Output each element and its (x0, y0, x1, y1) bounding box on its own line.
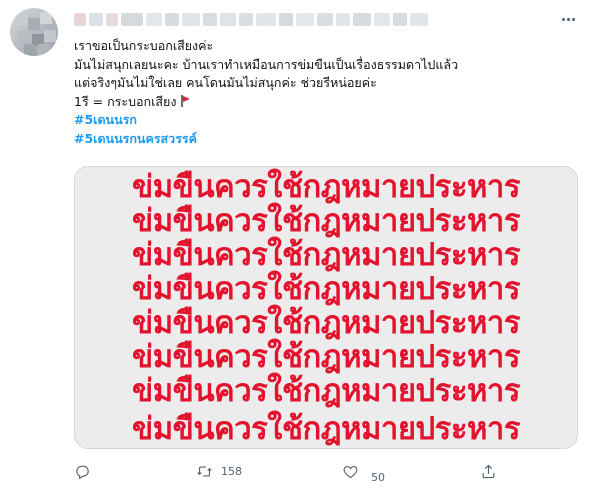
media-text-line: ข่มขืนควรใช้กฎหมายประหาร (132, 339, 520, 375)
tweet-line: แต่จริงๆมันไม่ใช่เลย คนโดนมันไม่สนุกค่ะ … (74, 75, 377, 90)
like-count: 50 (371, 471, 385, 484)
author-header-redacted (74, 12, 428, 26)
tweet-line: 1รี = กระบอกเสียง (74, 93, 177, 109)
media-text-line: ข่มขืนควรใช้กฎหมายประหาร (132, 237, 520, 273)
reply-button[interactable] (74, 460, 99, 482)
hashtag-link[interactable]: #5เดนนรกนครสวรรค์ (74, 131, 197, 146)
avatar[interactable] (10, 8, 58, 56)
tweet-actions-bar: 158 50 (74, 460, 514, 484)
media-text-line: ข่มขืนควรใช้กฎหมายประหาร (132, 271, 520, 307)
red-flag-icon (180, 94, 190, 107)
tweet-media-image[interactable]: ข่มขืนควรใช้กฎหมายประหาร ข่มขืนควรใช้กฎห… (74, 166, 578, 449)
share-button[interactable] (480, 460, 505, 482)
more-dot-icon (566, 17, 570, 21)
more-options-button[interactable] (556, 10, 580, 28)
retweet-count: 158 (221, 464, 242, 478)
tweet-line: มันไม่สนุกเลยนะคะ บ้านเราทำเหมือนการข่มข… (74, 56, 459, 72)
retweet-button[interactable]: 158 (196, 460, 242, 482)
hashtag-link[interactable]: #5เดนนรก (74, 112, 137, 127)
more-dot-icon (561, 17, 565, 21)
media-text-line: ข่มขืนควรใช้กฎหมายประหาร (132, 411, 520, 447)
reply-icon (76, 465, 89, 479)
media-text-line: ข่มขืนควรใช้กฎหมายประหาร (132, 169, 520, 205)
media-text-line: ข่มขืนควรใช้กฎหมายประหาร (132, 203, 520, 239)
more-dot-icon (571, 17, 575, 21)
heart-icon (343, 465, 358, 478)
tweet-text: เราขอเป็นกระบอกเสียงค่ะ มันไม่สนุกเลยนะค… (74, 37, 574, 148)
share-icon (482, 464, 495, 478)
tweet-line-with-flag: 1รี = กระบอกเสียง (74, 93, 574, 112)
media-text-line: ข่มขืนควรใช้กฎหมายประหาร (132, 373, 520, 409)
like-button[interactable] (342, 460, 359, 482)
media-text-line: ข่มขืนควรใช้กฎหมายประหาร (132, 305, 520, 341)
retweet-icon (197, 465, 212, 477)
tweet-line: เราขอเป็นกระบอกเสียงค่ะ (74, 38, 214, 53)
